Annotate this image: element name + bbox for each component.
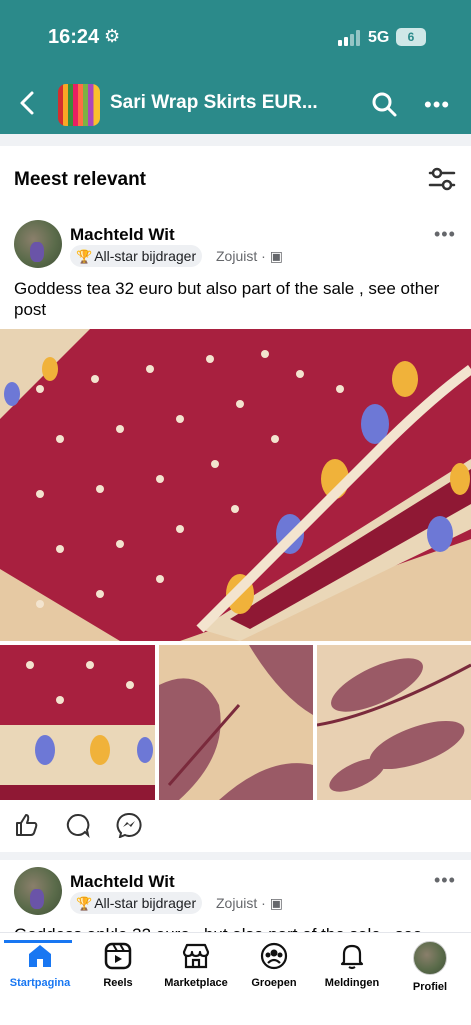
trophy-icon: 🏆: [76, 896, 93, 911]
fabric-photo: [317, 645, 471, 800]
post-more-icon[interactable]: •••: [434, 870, 456, 891]
bell-icon: [340, 944, 364, 970]
post-photo-main[interactable]: [0, 329, 471, 641]
nav-label: Groepen: [251, 977, 297, 989]
nav-reels[interactable]: Reels: [78, 941, 158, 989]
meta-separator: ·: [261, 248, 266, 264]
nav-label: Reels: [103, 977, 133, 989]
post-photo-4[interactable]: [317, 645, 471, 800]
network-type: 5G: [368, 29, 390, 46]
meta-separator: ·: [261, 895, 266, 911]
like-icon[interactable]: [14, 812, 40, 838]
group-thumbnail[interactable]: [58, 84, 100, 126]
post-text: Goddess tea 32 euro but also part of the…: [14, 279, 440, 319]
badge-label: All-star bijdrager: [94, 895, 197, 911]
nav-marketplace[interactable]: Marketplace: [156, 941, 236, 989]
author-name[interactable]: Machteld Wit: [70, 225, 175, 245]
nav-label: Meldingen: [324, 977, 380, 989]
status-badge[interactable]: 🏆 All-star bijdrager: [70, 892, 203, 914]
nav-notifications[interactable]: Meldingen: [312, 941, 392, 989]
more-options-icon[interactable]: •••: [424, 92, 450, 118]
post-meta: Zojuist · ▣: [216, 245, 283, 267]
trophy-icon: 🏆: [76, 249, 93, 264]
nav-label: Marketplace: [164, 977, 228, 989]
groups-icon: [260, 942, 288, 970]
nav-profile[interactable]: Profiel: [390, 941, 470, 993]
fabric-photo: [0, 329, 471, 641]
post-actions: [0, 812, 471, 842]
audience-icon: ▣: [269, 248, 283, 264]
status-badge[interactable]: 🏆 All-star bijdrager: [70, 245, 203, 267]
comment-icon[interactable]: [65, 812, 91, 838]
home-icon: [29, 945, 51, 967]
bottom-navigation: Startpagina Reels Marketplace Groepen Me…: [0, 932, 471, 1025]
sort-label[interactable]: Meest relevant: [14, 169, 146, 191]
badge-label: All-star bijdrager: [94, 248, 197, 264]
status-time: 16:24: [48, 26, 100, 48]
nav-label: Profiel: [412, 981, 448, 993]
avatar[interactable]: [14, 867, 62, 915]
divider: [0, 852, 471, 860]
reels-icon: [104, 942, 132, 970]
post-photo-3[interactable]: [159, 645, 313, 800]
fabric-photo: [159, 645, 313, 800]
post-meta: Zojuist · ▣: [216, 892, 283, 914]
back-arrow-icon[interactable]: [14, 88, 42, 118]
active-indicator: [4, 940, 72, 943]
author-name[interactable]: Machteld Wit: [70, 872, 175, 892]
battery-icon: 6: [396, 28, 426, 46]
signal-icon: [338, 30, 362, 46]
status-bar: 16:24 ⚙ 5G 6: [0, 0, 471, 74]
filter-sliders-icon[interactable]: [428, 166, 456, 192]
profile-avatar: [413, 941, 447, 975]
post-time[interactable]: Zojuist: [216, 248, 257, 264]
divider: [0, 134, 471, 146]
nav-label: Startpagina: [9, 977, 71, 989]
post-time[interactable]: Zojuist: [216, 895, 257, 911]
audience-icon: ▣: [269, 895, 283, 911]
search-icon[interactable]: [370, 90, 398, 118]
group-header: Sari Wrap Skirts EUR... •••: [0, 74, 471, 134]
nav-groups[interactable]: Groepen: [234, 941, 314, 989]
marketplace-icon: [182, 943, 210, 969]
fabric-photo: [0, 645, 155, 800]
settings-gear-icon: ⚙: [104, 26, 121, 46]
post-photo-2[interactable]: [0, 645, 155, 800]
group-title[interactable]: Sari Wrap Skirts EUR...: [110, 92, 318, 114]
nav-home[interactable]: Startpagina: [0, 940, 80, 989]
messenger-icon[interactable]: [116, 812, 142, 838]
post-more-icon[interactable]: •••: [434, 224, 456, 245]
avatar[interactable]: [14, 220, 62, 268]
